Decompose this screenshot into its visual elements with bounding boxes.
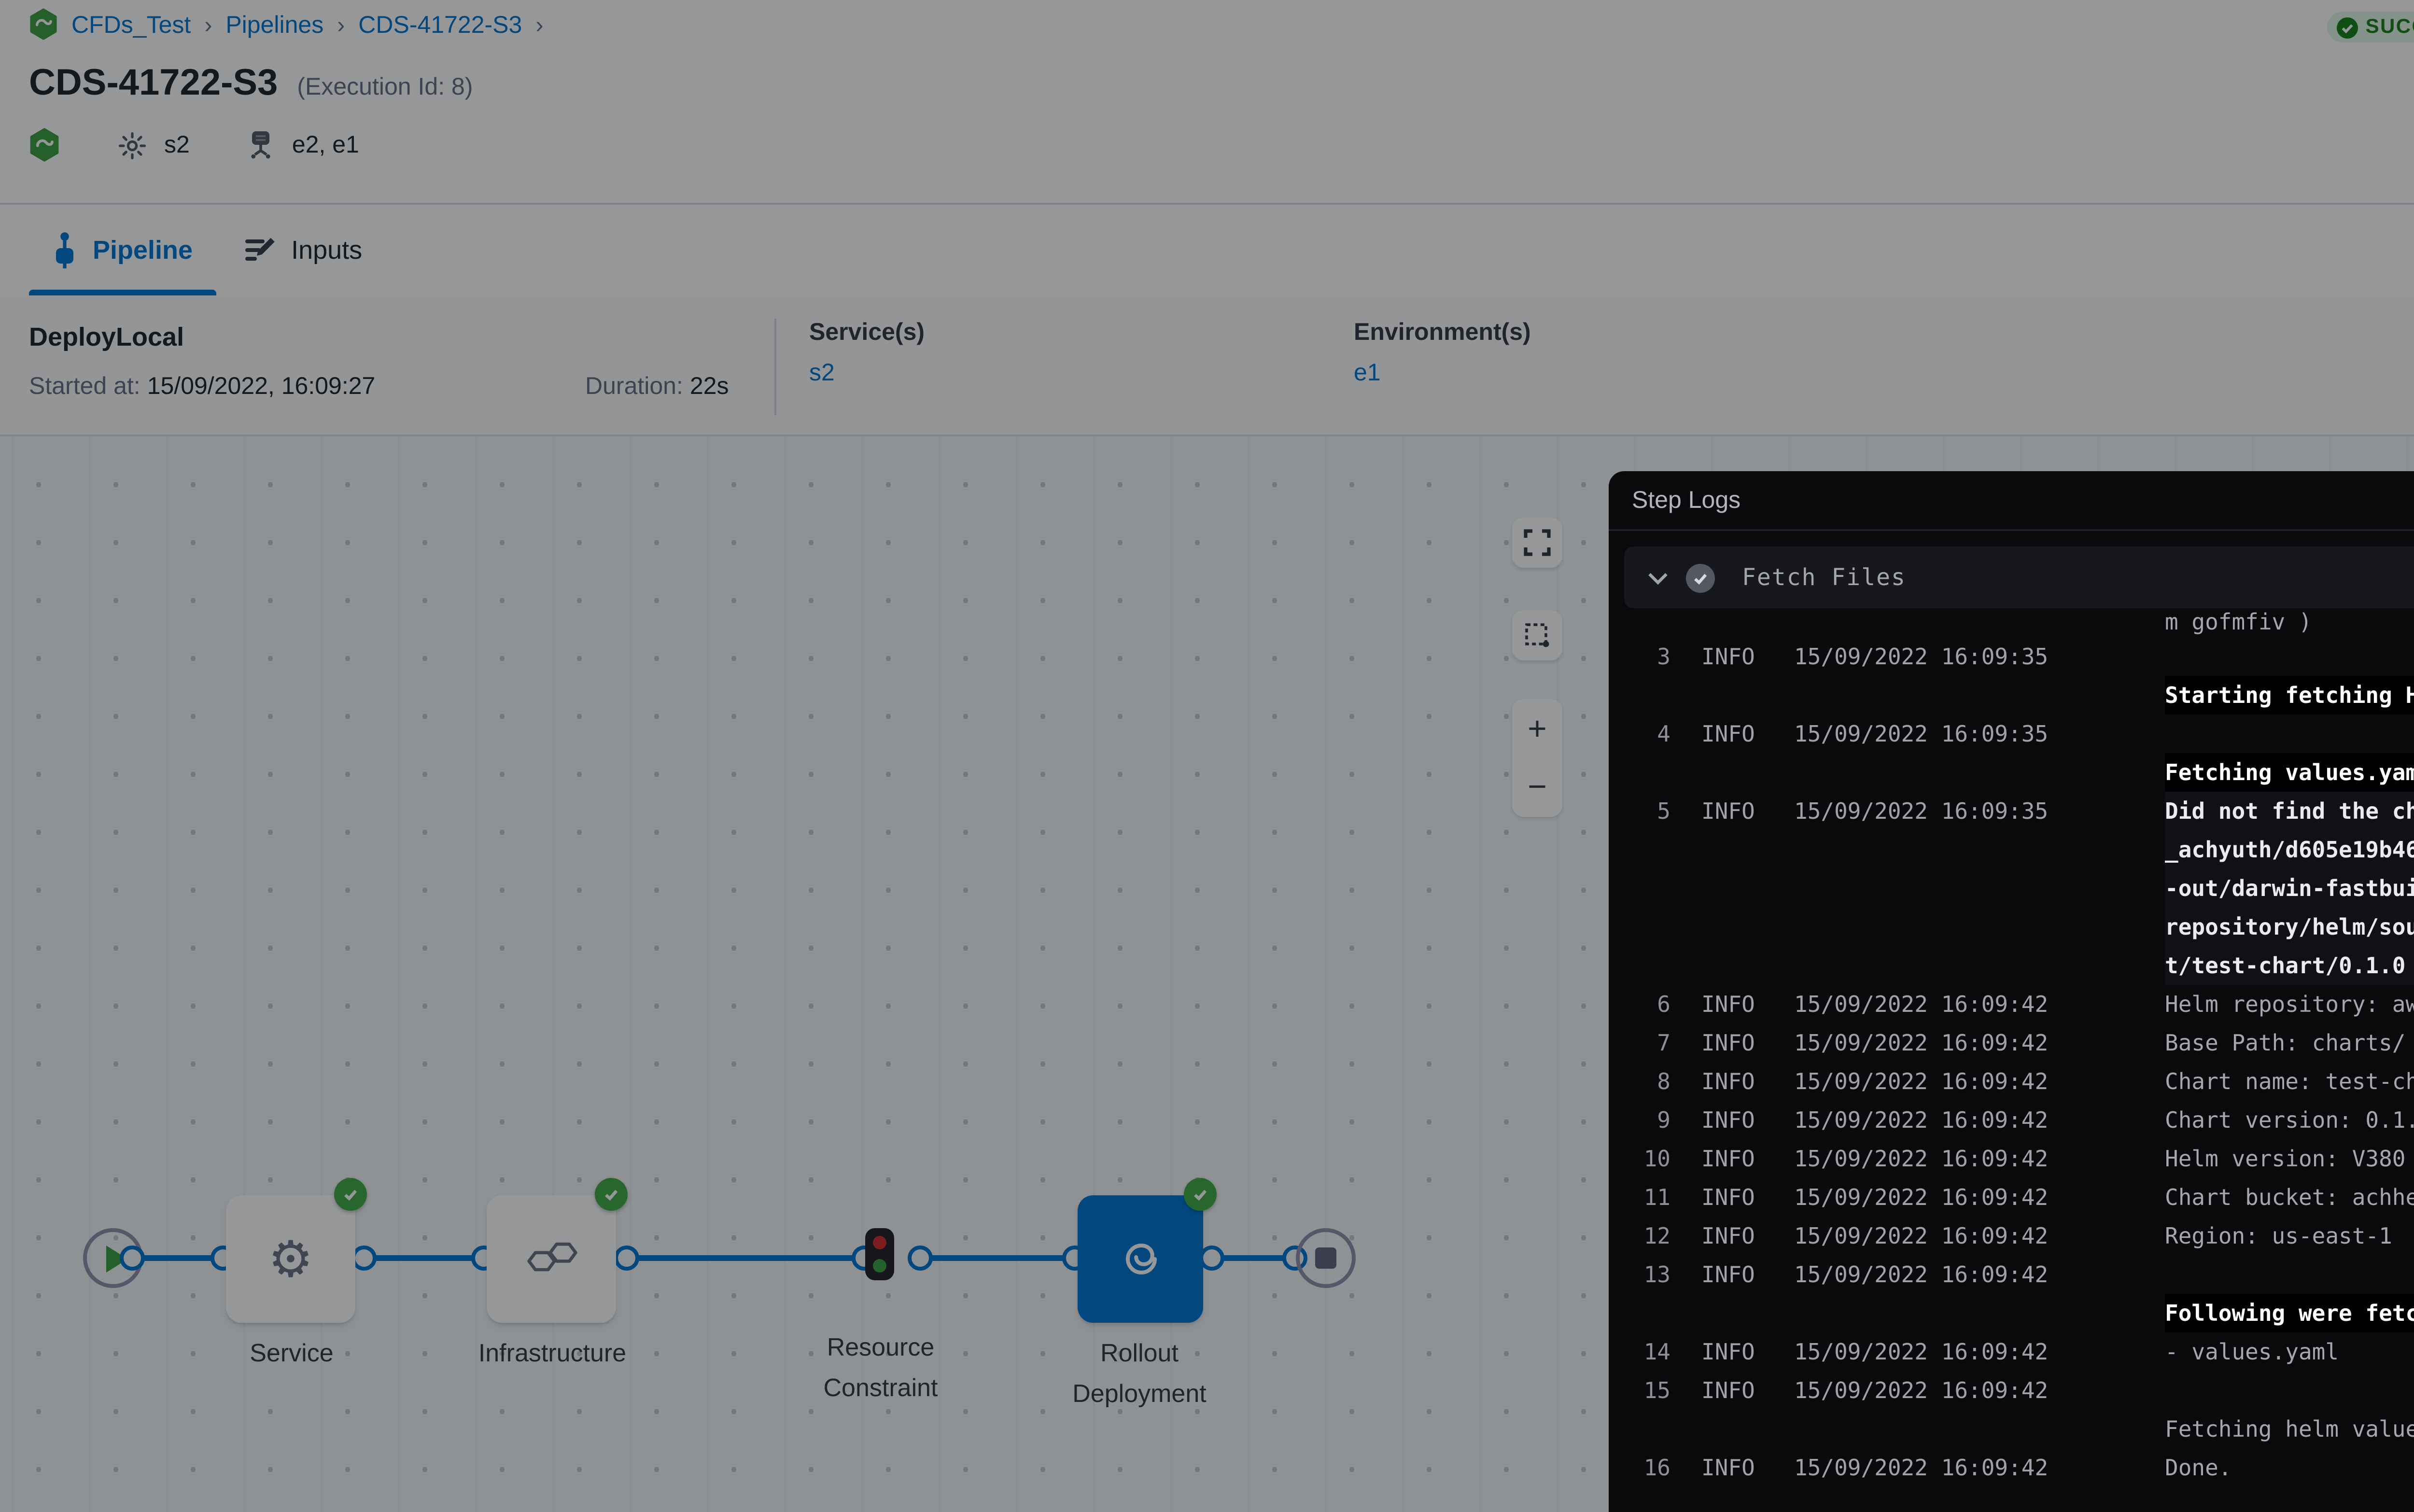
- log-lines: 3INFO15/09/2022 16:09:35Starting fetchin…: [1609, 637, 2414, 1487]
- log-line: 10INFO15/09/2022 16:09:42Helm version: V…: [1609, 1139, 2414, 1178]
- log-line: 7INFO15/09/2022 16:09:42Base Path: chart…: [1609, 1023, 2414, 1062]
- log-line: 5INFO15/09/2022 16:09:35Did not find the…: [1609, 792, 2414, 830]
- log-line: 3INFO15/09/2022 16:09:35: [1609, 637, 2414, 676]
- log-line: -out/darwin-fastbuild/bin/260-delegate/e…: [1609, 869, 2414, 908]
- log-line: Starting fetching Helm values: [1609, 676, 2414, 714]
- log-line: _achyuth/d605e19b46448ceaacb01fb4c19633a…: [1609, 830, 2414, 869]
- log-line: 16INFO15/09/2022 16:09:42Done.: [1609, 1448, 2414, 1487]
- log-line: 11INFO15/09/2022 16:09:42Chart bucket: a…: [1609, 1178, 2414, 1217]
- log-line: 15INFO15/09/2022 16:09:42: [1609, 1371, 2414, 1410]
- log-line: 14INFO15/09/2022 16:09:42- values.yaml: [1609, 1332, 2414, 1371]
- chevron-down-icon: [1647, 571, 1669, 584]
- log-line: 12INFO15/09/2022 16:09:42Region: us-east…: [1609, 1217, 2414, 1255]
- step-section-fetch-files[interactable]: Fetch Files ↑ ↓ 9s: [1624, 546, 2414, 608]
- log-line: 9INFO15/09/2022 16:09:42Chart version: 0…: [1609, 1101, 2414, 1139]
- log-scroll-area[interactable]: m gofmfiv ) 3INFO15/09/2022 16:09:35Star…: [1609, 608, 2414, 1512]
- log-line: Fetching helm values completed successfu…: [1609, 1410, 2414, 1448]
- log-line: Fetching values.yaml from helm chart rep…: [1609, 753, 2414, 792]
- log-line: 13INFO15/09/2022 16:09:42: [1609, 1255, 2414, 1294]
- step-name: Fetch Files: [1742, 564, 1906, 591]
- log-line: 8INFO15/09/2022 16:09:42Chart name: test…: [1609, 1062, 2414, 1101]
- log-line: t/test-chart/0.1.0: [1609, 946, 2414, 985]
- log-line: repository/helm/source/93602db7-89f2-317…: [1609, 908, 2414, 946]
- log-line: 4INFO15/09/2022 16:09:35: [1609, 714, 2414, 753]
- step-logs-panel: Step Logs Console View Fetch Files: [1609, 471, 2414, 1512]
- step-success-check-icon: [1686, 563, 1715, 592]
- log-panel-title: Step Logs: [1632, 487, 1740, 514]
- log-line-partial: m gofmfiv ): [1609, 608, 2414, 637]
- log-line: 6INFO15/09/2022 16:09:42Helm repository:…: [1609, 985, 2414, 1023]
- log-line: Following were fetched successfully :: [1609, 1294, 2414, 1332]
- log-panel-header: Step Logs Console View: [1609, 471, 2414, 531]
